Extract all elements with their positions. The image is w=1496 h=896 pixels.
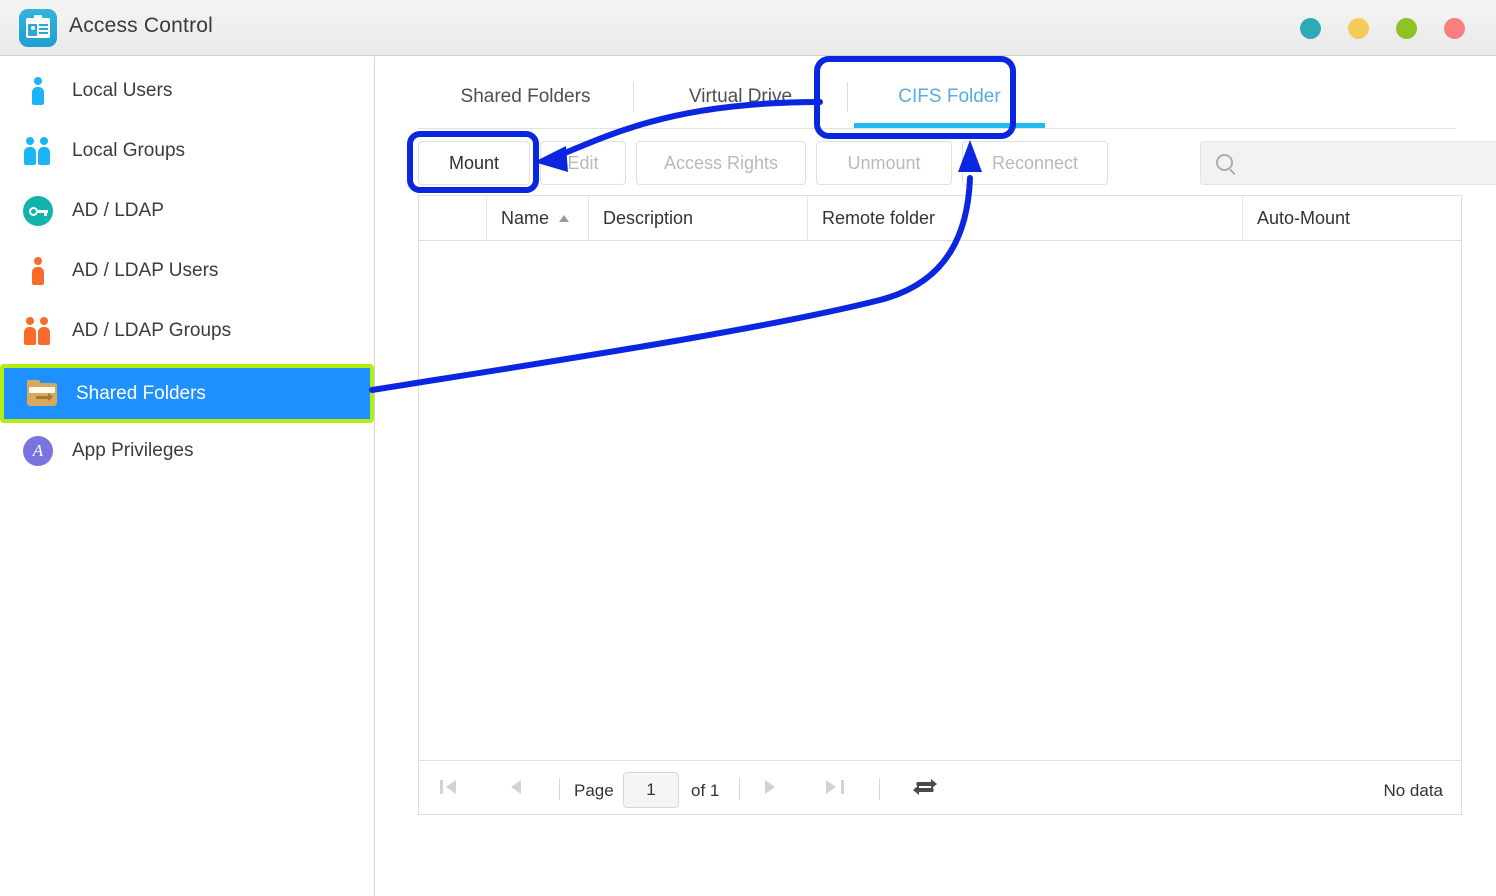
person-icon: [21, 254, 55, 288]
last-page-button[interactable]: [822, 774, 848, 800]
first-page-icon: [436, 774, 462, 800]
column-header-select[interactable]: [419, 196, 487, 240]
last-page-icon: [822, 774, 848, 800]
sidebar-item-label: App Privileges: [72, 440, 194, 461]
id-card-icon: [19, 9, 57, 47]
tab-cifs-folder[interactable]: CIFS Folder: [848, 66, 1051, 128]
column-header-auto-mount[interactable]: Auto-Mount: [1243, 196, 1461, 240]
first-page-button[interactable]: [436, 774, 462, 800]
sidebar-item-shared-folders[interactable]: Shared Folders: [0, 364, 374, 423]
sidebar-item-label: Shared Folders: [76, 382, 206, 404]
footer-divider: [559, 778, 560, 800]
sidebar-item-label: AD / LDAP Groups: [72, 320, 232, 341]
button-label: Mount: [448, 152, 500, 173]
sidebar-item-label: Local Users: [72, 80, 173, 101]
search-icon: [1216, 154, 1233, 171]
table-header-row: Name Description Remote folder Auto-Moun…: [419, 196, 1461, 241]
window-control-teal[interactable]: [1300, 18, 1321, 39]
tab-shared-folders[interactable]: Shared Folders: [418, 66, 633, 128]
previous-page-icon: [503, 774, 529, 800]
column-label: Remote folder: [822, 207, 936, 228]
column-label: Description: [603, 207, 694, 228]
main-panel: Shared Folders Virtual Drive CIFS Folder…: [376, 57, 1496, 896]
cifs-folder-table: Name Description Remote folder Auto-Moun…: [418, 195, 1462, 815]
app-privileges-icon: A: [21, 434, 55, 468]
next-page-button[interactable]: [757, 774, 783, 800]
button-label: Unmount: [847, 152, 921, 173]
column-header-name[interactable]: Name: [487, 196, 589, 240]
sidebar-item-label: Local Groups: [72, 140, 186, 161]
tab-label: Shared Folders: [460, 86, 591, 107]
sidebar-item-ad-ldap[interactable]: AD / LDAP: [0, 185, 374, 237]
footer-divider: [739, 778, 740, 800]
sidebar-item-app-privileges[interactable]: A App Privileges: [0, 425, 374, 477]
toolbar: Mount Edit Access Rights Unmount Reconne…: [418, 141, 1496, 186]
sort-ascending-icon: [559, 214, 570, 222]
title-bar: Access Control: [0, 0, 1496, 56]
column-header-description[interactable]: Description: [589, 196, 808, 240]
window-control-red[interactable]: [1444, 18, 1465, 39]
access-rights-button[interactable]: Access Rights: [636, 141, 806, 185]
edit-button[interactable]: Edit: [540, 141, 626, 185]
search-box[interactable]: [1200, 141, 1496, 186]
tab-bar: Shared Folders Virtual Drive CIFS Folder: [418, 66, 1456, 129]
window-control-green[interactable]: [1396, 18, 1417, 39]
column-label: Name: [501, 207, 550, 228]
search-input[interactable]: [1241, 142, 1495, 186]
page-number-input[interactable]: [623, 772, 679, 808]
column-label: Auto-Mount: [1257, 207, 1351, 228]
footer-divider: [879, 778, 880, 800]
tab-label: CIFS Folder: [898, 86, 1001, 107]
sidebar-item-label: AD / LDAP: [72, 200, 164, 221]
table-body: [419, 241, 1461, 760]
next-page-icon: [757, 774, 783, 800]
reconnect-button[interactable]: Reconnect: [962, 141, 1108, 185]
window-control-yellow[interactable]: [1348, 18, 1369, 39]
column-header-remote-folder[interactable]: Remote folder: [808, 196, 1243, 240]
button-label: Access Rights: [663, 152, 779, 173]
person-icon: [21, 74, 55, 108]
group-icon: [21, 314, 55, 348]
sidebar-item-ad-ldap-users[interactable]: AD / LDAP Users: [0, 245, 374, 297]
page-label: Page: [574, 781, 614, 800]
sidebar-item-label: AD / LDAP Users: [72, 260, 219, 281]
tab-label: Virtual Drive: [688, 86, 793, 107]
tab-virtual-drive[interactable]: Virtual Drive: [634, 66, 847, 128]
table-footer: Page of 1 No data: [419, 760, 1461, 814]
sidebar-item-local-users[interactable]: Local Users: [0, 65, 374, 117]
sidebar-item-local-groups[interactable]: Local Groups: [0, 125, 374, 177]
button-label: Edit: [567, 152, 599, 173]
folder-icon: [25, 377, 59, 411]
sidebar: Local Users Local Groups AD / LDAP AD / …: [0, 57, 375, 896]
group-icon: [21, 134, 55, 168]
page-total-label: of 1: [691, 781, 720, 800]
previous-page-button[interactable]: [503, 774, 529, 800]
app-title: Access Control: [69, 14, 214, 37]
sidebar-item-ad-ldap-groups[interactable]: AD / LDAP Groups: [0, 305, 374, 357]
unmount-button[interactable]: Unmount: [816, 141, 952, 185]
button-label: Reconnect: [991, 152, 1079, 173]
no-data-status: No data: [1383, 781, 1443, 800]
mount-button[interactable]: Mount: [418, 141, 530, 185]
key-icon: [21, 194, 55, 228]
active-tab-indicator: [854, 123, 1045, 128]
refresh-icon[interactable]: [911, 775, 939, 801]
